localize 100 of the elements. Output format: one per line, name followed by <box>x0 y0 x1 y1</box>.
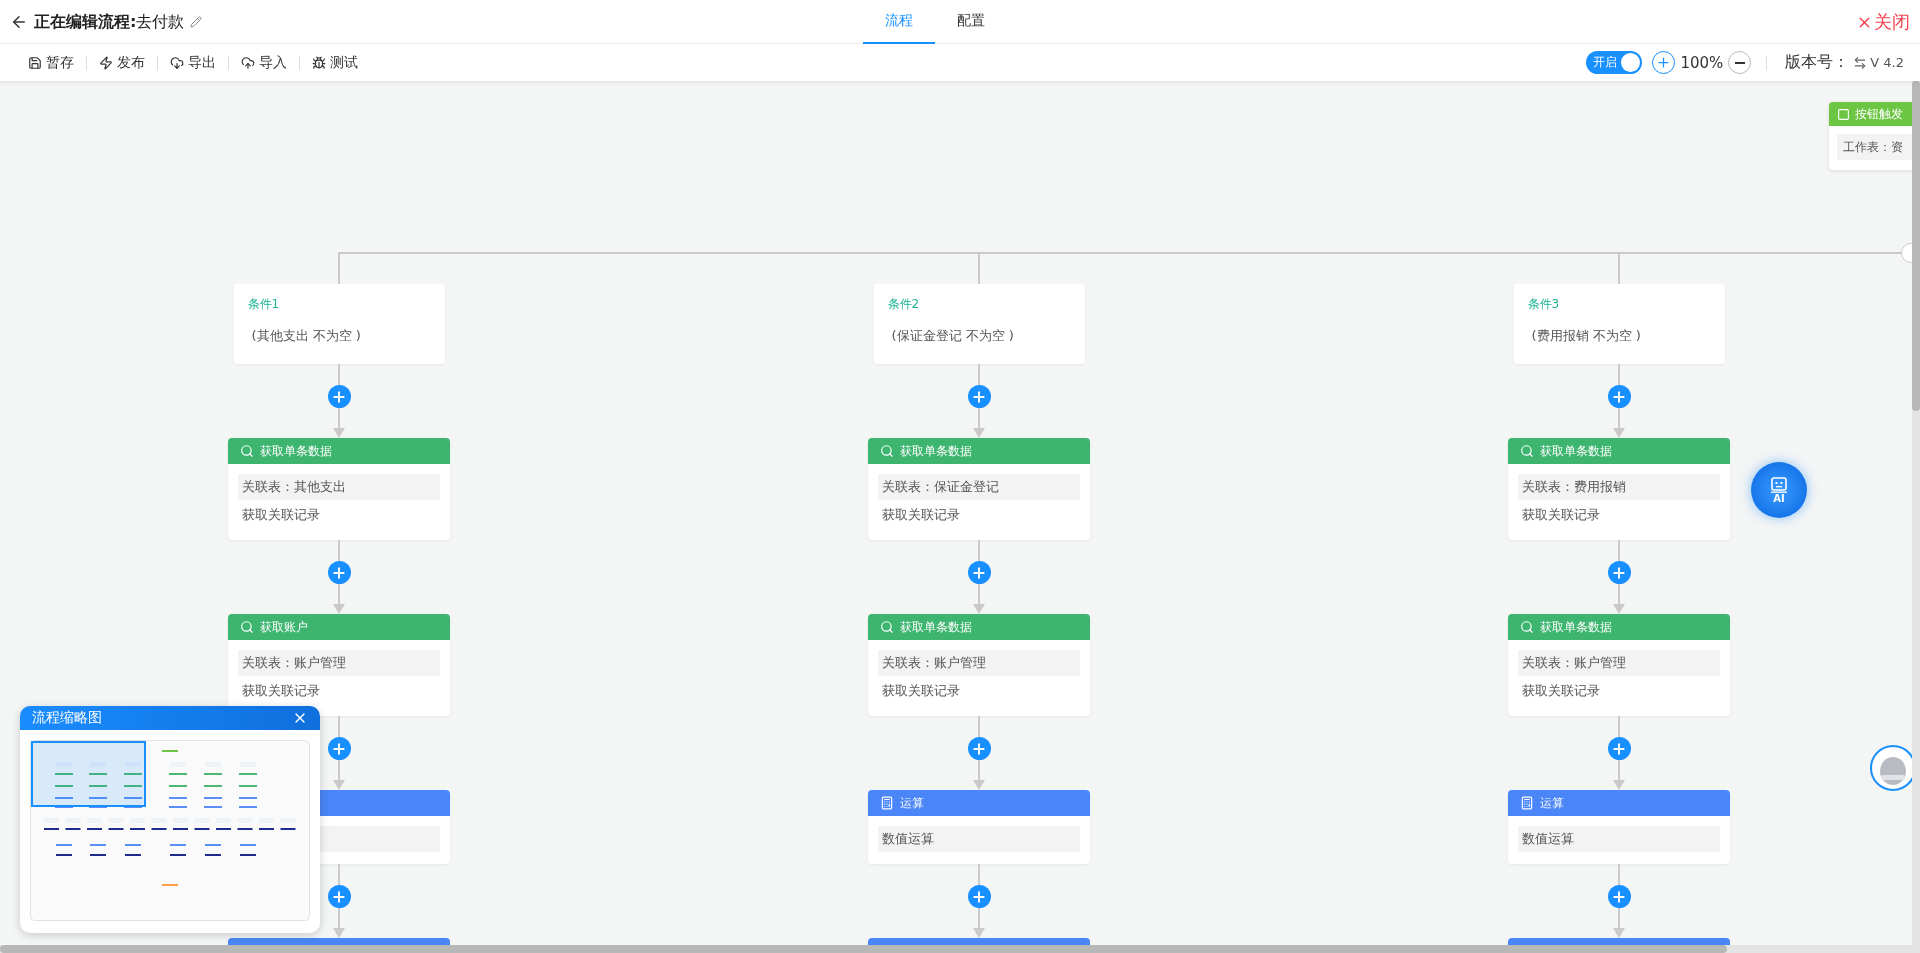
node-title: 获取单条数据 <box>1540 442 1612 460</box>
connector-line <box>978 716 980 737</box>
condition-card[interactable]: 条件1 (其他支出 不为空 ) <box>233 284 445 364</box>
condition-card[interactable]: 条件2 (保证金登记 不为空 ) <box>873 284 1085 364</box>
search-icon <box>240 444 254 458</box>
condition-label: 条件2 <box>887 296 921 313</box>
fetch-data-node[interactable]: 获取单条数据 关联表：账户管理 获取关联记录 <box>1508 614 1730 716</box>
scrollbar-thumb[interactable] <box>1912 81 1920 411</box>
toolbar-button[interactable]: 导入 <box>229 53 299 72</box>
fetch-data-node[interactable]: 获取单条数据 关联表：账户管理 获取关联记录 <box>868 614 1090 716</box>
toolbar-button[interactable]: 暂存 <box>16 53 86 72</box>
connector-arrow <box>973 408 985 438</box>
connector-line <box>338 253 340 284</box>
add-step-button[interactable] <box>327 737 351 760</box>
add-step-button[interactable] <box>327 385 351 408</box>
version-label: 版本号： <box>1785 52 1850 73</box>
search-icon <box>880 444 894 458</box>
trigger-node[interactable]: 按钮触发 工作表：资 <box>1829 102 1912 170</box>
connector-line <box>338 716 340 737</box>
add-step-button[interactable] <box>327 561 351 584</box>
node-title: 运算 <box>1540 794 1564 812</box>
add-step-button[interactable] <box>967 385 991 408</box>
close-button[interactable]: 关闭 <box>1856 10 1910 34</box>
node-title: 运算 <box>900 794 924 812</box>
condition-card[interactable]: 条件3 (费用报销 不为空 ) <box>1513 284 1725 364</box>
cloud-download-icon <box>170 55 184 70</box>
plus-icon <box>1656 55 1672 70</box>
connector-arrow <box>1613 408 1625 438</box>
fetch-data-node[interactable]: 获取单条数据 关联表：费用报销 获取关联记录 <box>1508 438 1730 540</box>
connector-line <box>338 864 340 885</box>
toolbar-button[interactable]: 发布 <box>87 53 157 72</box>
connector-arrow <box>333 760 345 790</box>
search-icon <box>240 620 254 634</box>
connector-arrow <box>973 760 985 790</box>
connector-line <box>1618 540 1620 561</box>
tab[interactable]: 配置 <box>935 0 1007 44</box>
connector-arrow <box>1613 908 1625 938</box>
add-step-button[interactable] <box>327 885 351 908</box>
plus-icon <box>1611 740 1627 757</box>
add-step-button[interactable] <box>1607 737 1631 760</box>
bug-icon <box>312 55 326 70</box>
cloud-upload-icon <box>241 55 255 70</box>
node-field: 关联表：其他支出 <box>238 474 440 500</box>
connector-line <box>1618 864 1620 885</box>
fetch-data-node[interactable]: 获取账户 关联表：账户管理 获取关联记录 <box>228 614 450 716</box>
edit-icon[interactable] <box>190 16 203 28</box>
plus-icon <box>1611 564 1627 581</box>
node-title: 按钮触发 <box>1855 105 1903 123</box>
connector-line <box>1618 716 1620 737</box>
connector-arrow <box>1613 584 1625 614</box>
add-step-button[interactable] <box>1607 385 1631 408</box>
plus-icon <box>331 740 347 757</box>
assistant-avatar[interactable] <box>1870 745 1912 791</box>
connector-line <box>978 540 980 561</box>
connector-line <box>338 364 340 385</box>
zoom-out-button[interactable] <box>1728 51 1752 74</box>
plus-icon <box>1611 388 1627 405</box>
connector-line <box>978 253 980 284</box>
connector-arrow <box>333 408 345 438</box>
save-icon <box>28 55 42 70</box>
checkbox-icon <box>1837 107 1850 121</box>
connector-arrow <box>333 908 345 938</box>
search-icon <box>1520 444 1534 458</box>
node-field: 关联表：账户管理 <box>238 650 440 676</box>
calculator-icon <box>1520 796 1534 810</box>
calculation-node[interactable]: 运算 数值运算 <box>868 790 1090 864</box>
condition-label: 条件1 <box>247 296 281 313</box>
plus-icon <box>971 888 987 905</box>
node-text: 获取关联记录 <box>241 682 321 700</box>
connector-arrow <box>1613 760 1625 790</box>
fetch-data-node[interactable]: 获取单条数据 关联表：其他支出 获取关联记录 <box>228 438 450 540</box>
node-title: 获取单条数据 <box>900 618 972 636</box>
condition-text: (费用报销 不为空 ) <box>1530 327 1642 345</box>
connector-arrow <box>333 584 345 614</box>
calculation-node[interactable]: 运算 数值运算 <box>1508 790 1730 864</box>
plus-icon <box>971 740 987 757</box>
add-step-button[interactable] <box>1607 561 1631 584</box>
plus-icon <box>971 388 987 405</box>
zoom-in-button[interactable] <box>1652 51 1676 74</box>
node-field: 关联表：账户管理 <box>1518 650 1720 676</box>
connector-line <box>1618 364 1620 385</box>
toolbar-button[interactable]: 测试 <box>300 53 370 72</box>
node-field: 工作表：资 <box>1837 134 1912 160</box>
node-field: 关联表：保证金登记 <box>878 474 1080 500</box>
scrollbar-thumb[interactable] <box>0 945 1727 953</box>
add-step-button[interactable] <box>967 885 991 908</box>
node-text: 获取关联记录 <box>881 682 961 700</box>
add-step-button[interactable] <box>1607 885 1631 908</box>
fetch-data-node[interactable]: 获取单条数据 关联表：保证金登记 获取关联记录 <box>868 438 1090 540</box>
condition-text: (保证金登记 不为空 ) <box>890 327 1015 345</box>
page-title: 正在编辑流程:去付款 <box>34 11 185 33</box>
connector-arrow <box>973 584 985 614</box>
add-step-button[interactable] <box>967 561 991 584</box>
connector-line <box>1618 253 1620 284</box>
plus-icon <box>331 388 347 405</box>
toolbar-button[interactable]: 导出 <box>158 53 228 72</box>
swap-icon[interactable] <box>1853 55 1868 70</box>
connector-line <box>978 864 980 885</box>
add-step-button[interactable] <box>967 737 991 760</box>
lightning-icon <box>99 55 113 70</box>
